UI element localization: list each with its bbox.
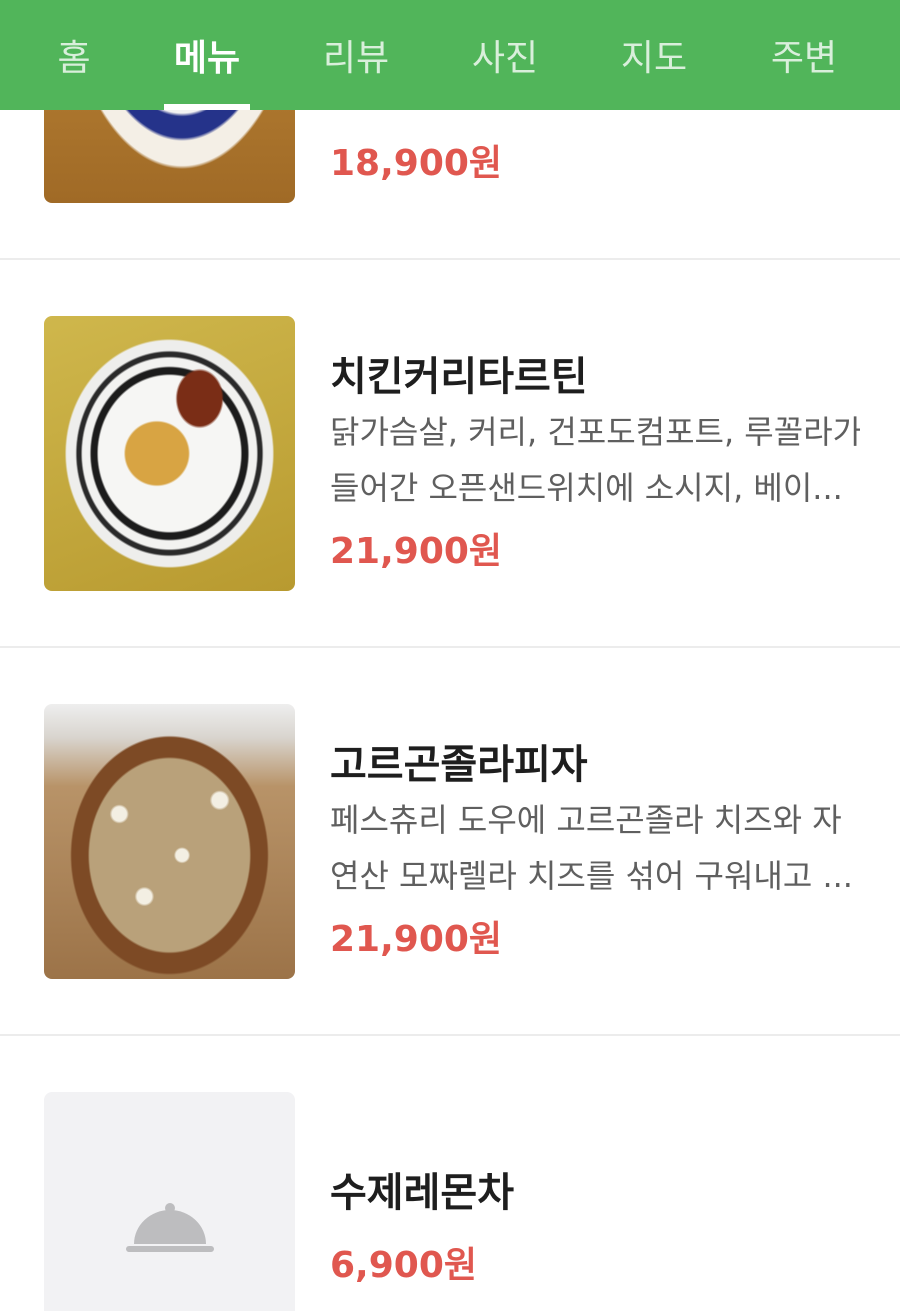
menu-price: 21,900원: [330, 919, 503, 960]
menu-description-line: 연산 모짜렐라 치즈를 섞어 구워내고 ...: [330, 857, 853, 895]
menu-photo-placeholder: [44, 1092, 295, 1311]
menu-price: 6,900원: [330, 1245, 477, 1286]
gorgonzola-pizza-photo: [44, 704, 295, 979]
top-tab-bar: 홈 메뉴 리뷰 사진 지도 주변: [0, 0, 900, 110]
menu-description-line: 들어간 오픈샌드위치에 소시지, 베이...: [330, 469, 843, 507]
menu-description-line: 페스츄리 도우에 고르곤졸라 치즈와 자: [330, 801, 842, 839]
active-tab-indicator: [164, 104, 250, 110]
food-cloche-placeholder-icon: [125, 1202, 214, 1252]
tab-map[interactable]: 지도: [594, 0, 714, 110]
menu-description-line: 닭가슴살, 커리, 건포도컴포트, 루꼴라가: [330, 413, 860, 451]
menu-item[interactable]: 수제레몬차 6,900원: [0, 1036, 900, 1311]
menu-name: 치킨커리타르틴: [330, 354, 588, 400]
tab-reviews[interactable]: 리뷰: [296, 0, 416, 110]
menu-name: 수제레몬차: [330, 1170, 514, 1216]
tab-menu[interactable]: 메뉴: [147, 0, 267, 110]
chicken-curry-tartine-photo: [44, 316, 295, 591]
menu-name: 고르곤졸라피자: [330, 742, 588, 788]
menu-price: 18,900원: [330, 143, 503, 184]
menu-price: 21,900원: [330, 531, 503, 572]
tab-home[interactable]: 홈: [14, 0, 134, 110]
tab-nearby[interactable]: 주변: [744, 0, 864, 110]
menu-item[interactable]: 고르곤졸라피자 페스츄리 도우에 고르곤졸라 치즈와 자 연산 모짜렐라 치즈를…: [0, 648, 900, 1036]
menu-item[interactable]: 치킨커리타르틴 닭가슴살, 커리, 건포도컴포트, 루꼴라가 들어간 오픈샌드위…: [0, 260, 900, 648]
tab-photos[interactable]: 사진: [445, 0, 565, 110]
